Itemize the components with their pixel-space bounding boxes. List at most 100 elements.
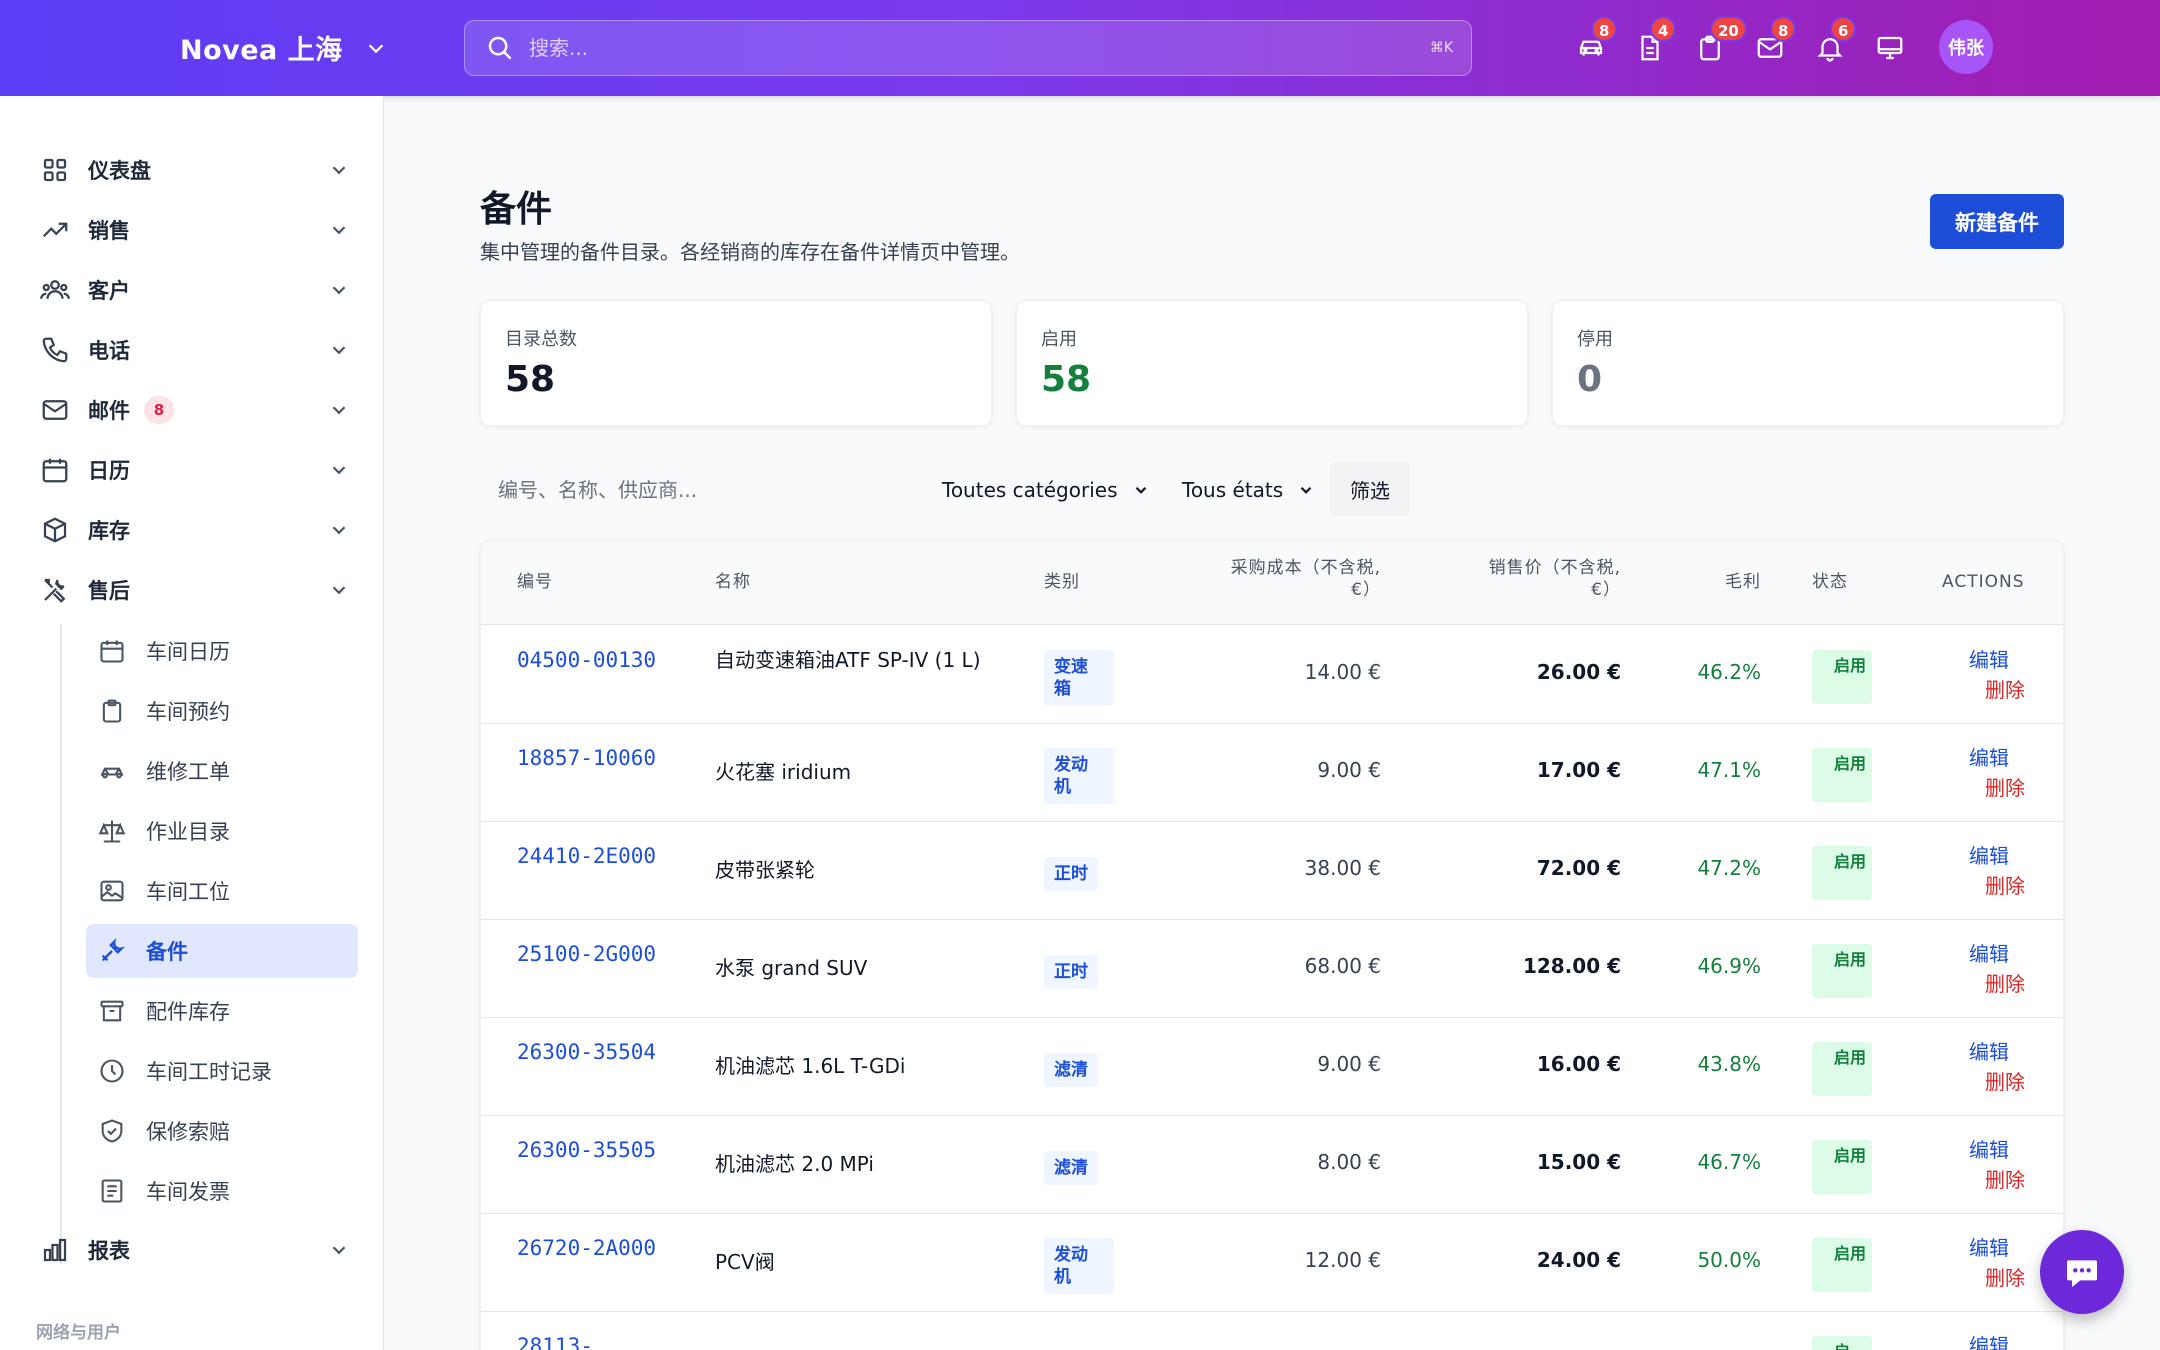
table-row[interactable]: 25100-2G000 水泵 grand SUV 正时 68.00 € 128.…	[481, 920, 2063, 1018]
column-header-code[interactable]: 编号	[517, 571, 553, 593]
calendar-icon	[42, 458, 68, 483]
delete-link[interactable]: 删除	[1985, 1164, 2025, 1193]
delete-link[interactable]: 删除	[1985, 1066, 2025, 1095]
documents-button[interactable]: 4	[1632, 16, 1677, 66]
table-row[interactable]: 26300-35505 机油滤芯 2.0 MPi 滤清 8.00 € 15.00…	[481, 1116, 2063, 1214]
sidebar-subitem-warranty[interactable]: 保修索赔	[86, 1104, 358, 1158]
part-code-link[interactable]: 28113-	[517, 1332, 667, 1350]
sidebar-item-label: 客户	[88, 279, 130, 303]
table-row[interactable]: 26300-35504 机油滤芯 1.6L T-GDi 滤清 9.00 € 16…	[481, 1018, 2063, 1116]
dealer-switcher[interactable]: Novea 上海	[180, 28, 387, 67]
table-row[interactable]: 26720-2A000 PCV阀 发动机 12.00 € 24.00 € 50.…	[481, 1214, 2063, 1312]
state-select[interactable]: Tous états	[1182, 472, 1315, 508]
submenu-guide-line	[60, 624, 62, 1264]
column-header-margin[interactable]: 毛利	[1631, 571, 1761, 593]
messages-button[interactable]: 8	[1752, 16, 1797, 66]
sidebar-subitem-workstations[interactable]: 车间工位	[86, 864, 358, 918]
sidebar-subitem-invoices[interactable]: 车间发票	[86, 1164, 358, 1218]
sidebar-item-customers[interactable]: 客户	[40, 266, 350, 314]
sidebar-item-sales[interactable]: 销售	[40, 206, 350, 254]
column-header-cost[interactable]: 采购成本（不含税, €）	[1181, 557, 1381, 601]
search-shortcut: ⌘K	[1429, 40, 1453, 56]
margin-value: 46.7%	[1697, 1150, 1761, 1174]
delete-link[interactable]: 删除	[1985, 674, 2025, 703]
part-code-link[interactable]: 25100-2G000	[517, 940, 667, 969]
column-header-category[interactable]: 类别	[1044, 571, 1080, 593]
status-badge: 启	[1812, 1336, 1872, 1350]
part-code-link[interactable]: 26720-2A000	[517, 1234, 667, 1263]
edit-link[interactable]: 编辑	[1969, 1232, 2009, 1261]
global-search[interactable]: ⌘K	[464, 20, 1472, 76]
sidebar-item-calendar[interactable]: 日历	[40, 446, 350, 494]
category-select[interactable]: Toutes catégories	[942, 472, 1150, 508]
category-badge: 发动机	[1044, 748, 1114, 804]
edit-link[interactable]: 编辑	[1969, 644, 2009, 673]
receipt-icon	[101, 1179, 123, 1203]
column-header-status[interactable]: 状态	[1812, 571, 1848, 593]
phone-icon	[42, 337, 68, 363]
cost-value: 12.00 €	[1304, 1248, 1381, 1272]
stat-value: 58	[1041, 359, 1092, 400]
notifications-badge: 6	[1830, 16, 1857, 42]
documents-badge: 4	[1650, 16, 1677, 42]
sidebar-subitem-appointments[interactable]: 车间预约	[86, 684, 358, 738]
part-name: 水泵 grand SUV	[715, 956, 868, 980]
vehicles-button[interactable]: 8	[1573, 16, 1618, 66]
edit-link[interactable]: 编辑	[1969, 742, 2009, 771]
sidebar-subitem-parts-stock[interactable]: 配件库存	[86, 984, 358, 1038]
table-row[interactable]: 28113- 启 编辑	[481, 1312, 2063, 1350]
sidebar-item-inventory[interactable]: 库存	[40, 506, 350, 554]
edit-link[interactable]: 编辑	[1969, 1330, 2009, 1350]
new-part-button[interactable]: 新建备件	[1930, 194, 2064, 249]
sidebar-item-mail[interactable]: 邮件 8	[40, 386, 350, 434]
delete-link[interactable]: 删除	[1985, 870, 2025, 899]
delete-link[interactable]: 删除	[1985, 772, 2025, 801]
chevron-down-icon	[1135, 486, 1146, 494]
parts-search-input[interactable]	[480, 468, 920, 512]
part-code-link[interactable]: 04500-00130	[517, 646, 667, 675]
display-button[interactable]	[1872, 30, 1908, 66]
sidebar-subitem-parts[interactable]: 备件	[86, 924, 358, 978]
delete-link[interactable]: 删除	[1985, 1262, 2025, 1291]
status-badge: 启用	[1812, 1042, 1872, 1096]
category-badge: 滤清	[1044, 1151, 1098, 1185]
sidebar-subitem-repair-orders[interactable]: 维修工单	[86, 744, 358, 798]
table-row[interactable]: 24410-2E000 皮带张紧轮 正时 38.00 € 72.00 € 47.…	[481, 822, 2063, 920]
filter-button[interactable]: 筛选	[1330, 462, 1410, 516]
edit-link[interactable]: 编辑	[1969, 1036, 2009, 1065]
part-code-link[interactable]: 26300-35504	[517, 1038, 667, 1067]
part-code-link[interactable]: 18857-10060	[517, 744, 667, 773]
tasks-button[interactable]: 20	[1692, 16, 1747, 66]
sidebar-subitem-job-catalog[interactable]: 作业目录	[86, 804, 358, 858]
search-input[interactable]	[529, 36, 1430, 60]
notifications-button[interactable]: 6	[1812, 16, 1857, 66]
sidebar-item-phone[interactable]: 电话	[40, 326, 350, 374]
sidebar: 仪表盘 销售 客户 电话 邮件 8 日历 库存 售后 车间日历 车间预约 维修工…	[0, 96, 384, 1350]
user-avatar[interactable]: 伟张	[1939, 20, 1993, 74]
edit-link[interactable]: 编辑	[1969, 938, 2009, 967]
sidebar-subitem-time-records[interactable]: 车间工时记录	[86, 1044, 358, 1098]
chat-bubble-icon	[2067, 1260, 2097, 1287]
table-row[interactable]: 04500-00130 自动变速箱油ATF SP-IV (1 L) 变速箱 14…	[481, 626, 2063, 724]
chevron-down-icon	[332, 166, 346, 175]
edit-link[interactable]: 编辑	[1969, 840, 2009, 869]
part-name: 火花塞 iridium	[715, 760, 852, 784]
part-code-link[interactable]: 24410-2E000	[517, 842, 667, 871]
sidebar-item-aftersales[interactable]: 售后	[40, 566, 350, 614]
delete-link[interactable]: 删除	[1985, 968, 2025, 997]
edit-link[interactable]: 编辑	[1969, 1134, 2009, 1163]
sidebar-subitem-workshop-calendar[interactable]: 车间日历	[86, 624, 358, 678]
category-badge: 正时	[1044, 857, 1098, 891]
cost-value: 9.00 €	[1317, 758, 1381, 782]
sidebar-item-reports[interactable]: 报表	[40, 1226, 350, 1274]
part-code-link[interactable]: 26300-35505	[517, 1136, 667, 1165]
search-icon	[488, 36, 512, 60]
vehicles-badge: 8	[1591, 16, 1618, 42]
stat-label: 目录总数	[505, 329, 577, 350]
sidebar-item-dashboard[interactable]: 仪表盘	[40, 146, 350, 194]
column-header-price[interactable]: 销售价（不含税, €）	[1421, 557, 1621, 601]
column-header-name[interactable]: 名称	[715, 571, 751, 593]
margin-value: 46.9%	[1697, 954, 1761, 978]
table-row[interactable]: 18857-10060 火花塞 iridium 发动机 9.00 € 17.00…	[481, 724, 2063, 822]
chat-button[interactable]	[2040, 1230, 2124, 1314]
